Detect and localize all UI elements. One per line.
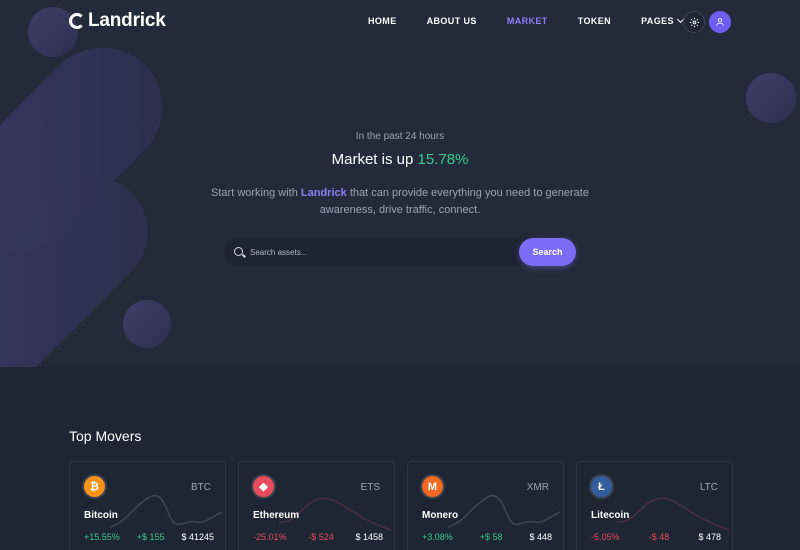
coin-price: $ 478 <box>698 532 721 542</box>
mover-card-xmr[interactable]: M XMR Monero +3.08% +$ 58 $ 448 <box>407 461 564 550</box>
coin-change: +15.55% <box>84 532 120 542</box>
headline-prefix: Market is up <box>331 151 414 168</box>
coin-name: Monero <box>422 510 459 521</box>
coin-symbol: ETS <box>360 482 380 493</box>
nav-market[interactable]: MARKET <box>507 16 548 26</box>
hero-headline: Market is up 15.78% <box>0 151 800 168</box>
user-icon <box>716 18 724 26</box>
coin-stats: -25.01% -$ 524 $ 1458 <box>253 532 383 542</box>
nav-pages[interactable]: PAGES <box>641 15 684 26</box>
coin-symbol: XMR <box>526 482 549 493</box>
nav-home[interactable]: HOME <box>368 16 397 26</box>
nav-token[interactable]: TOKEN <box>578 16 611 26</box>
mover-card-btc[interactable]: ₿ BTC Bitcoin +15.55% +$ 155 $ 41245 <box>69 461 226 550</box>
search-icon <box>234 247 243 256</box>
logo-icon <box>69 13 85 29</box>
mover-card-ltc[interactable]: Ł LTC Litecoin -5.05% -$ 48 $ 478 <box>576 461 733 550</box>
coin-icon: ₿ <box>84 476 105 497</box>
top-movers-title: Top Movers <box>69 428 142 444</box>
lead-brand: Landrick <box>300 187 347 199</box>
coin-symbol: LTC <box>699 482 718 493</box>
user-button[interactable] <box>709 11 731 33</box>
coin-stats: -5.05% -$ 48 $ 478 <box>591 532 721 542</box>
coin-icon: M <box>422 476 443 497</box>
decorative-circle <box>123 300 171 348</box>
search-input[interactable] <box>250 243 510 261</box>
logo-text: Landrick <box>88 10 166 31</box>
coin-delta: +$ 155 <box>136 532 165 542</box>
coin-name: Ethereum <box>253 510 300 521</box>
hero-lead: Start working with Landrick that can pro… <box>200 185 600 219</box>
settings-button[interactable] <box>683 11 705 33</box>
coin-icon: ◆ <box>253 476 274 497</box>
coin-delta: -$ 48 <box>648 532 670 542</box>
coin-name: Litecoin <box>591 510 630 521</box>
coin-icon: Ł <box>591 476 612 497</box>
gear-icon <box>689 17 699 27</box>
coin-price: $ 41245 <box>181 532 214 542</box>
coin-price: $ 448 <box>529 532 552 542</box>
nav-pages-label: PAGES <box>641 16 674 26</box>
search-bar: Search <box>224 238 576 266</box>
coin-delta: -$ 524 <box>308 532 334 542</box>
coin-change: -5.05% <box>591 532 620 542</box>
nav-links: HOME ABOUT US MARKET TOKEN PAGES <box>368 15 713 26</box>
coin-stats: +3.08% +$ 58 $ 448 <box>422 532 552 542</box>
coin-symbol: BTC <box>191 482 211 493</box>
coin-stats: +15.55% +$ 155 $ 41245 <box>84 532 214 542</box>
search-button[interactable]: Search <box>519 238 576 266</box>
coin-change: +3.08% <box>422 532 453 542</box>
decorative-circle <box>746 73 796 123</box>
lead-after: that can provide everything you need to … <box>319 187 589 216</box>
coin-price: $ 1458 <box>355 532 383 542</box>
headline-value: 15.78% <box>417 151 469 168</box>
hero-subtitle: In the past 24 hours <box>355 131 445 142</box>
coin-name: Bitcoin <box>84 510 118 521</box>
navbar: Landrick HOME ABOUT US MARKET TOKEN PAGE… <box>0 0 800 44</box>
logo[interactable]: Landrick <box>69 10 166 32</box>
mover-card-ets[interactable]: ◆ ETS Ethereum -25.01% -$ 524 $ 1458 <box>238 461 395 550</box>
coin-delta: +$ 58 <box>479 532 503 542</box>
hero-section <box>0 0 800 367</box>
lead-before: Start working with <box>211 187 298 199</box>
nav-about-us[interactable]: ABOUT US <box>427 16 477 26</box>
coin-change: -25.01% <box>253 532 287 542</box>
